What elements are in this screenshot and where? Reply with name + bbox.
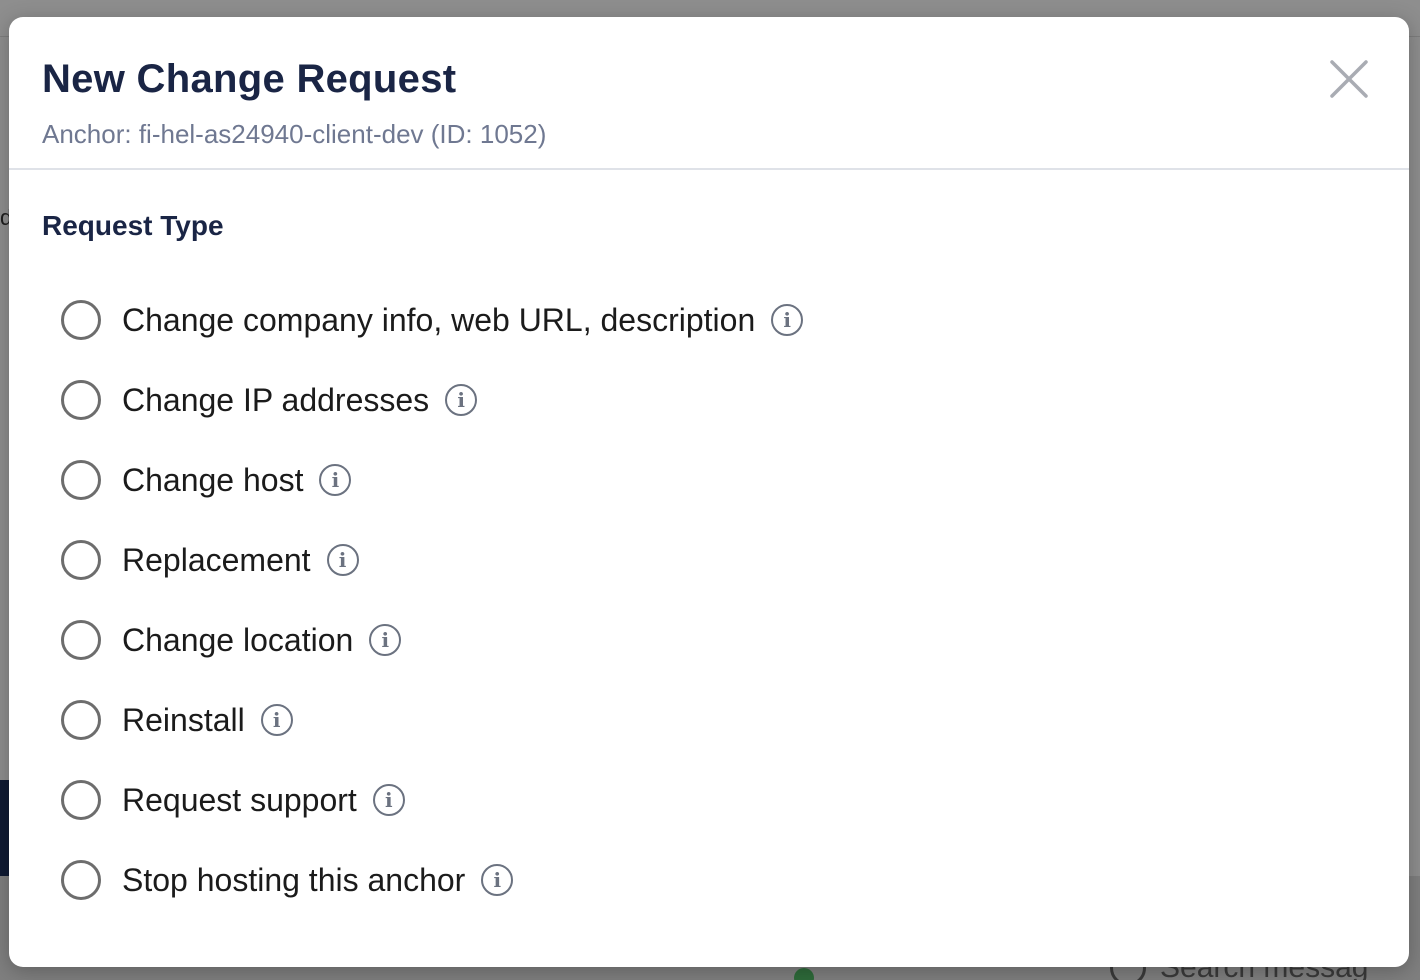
info-icon[interactable]: i <box>260 704 293 736</box>
radio-button[interactable] <box>61 460 101 500</box>
radio-button[interactable] <box>61 700 101 740</box>
option-label: Stop hosting this anchor <box>122 861 466 898</box>
info-icon[interactable]: i <box>319 464 352 496</box>
option-label: Replacement <box>122 541 311 578</box>
radio-button[interactable] <box>61 380 101 420</box>
radio-button[interactable] <box>61 540 101 580</box>
option-change-company-info[interactable]: Change company info, web URL, descriptio… <box>61 280 804 360</box>
modal-subtitle: Anchor: fi-hel-as24940-client-dev (ID: 1… <box>42 119 547 149</box>
radio-button[interactable] <box>61 780 101 820</box>
radio-button[interactable] <box>61 300 101 340</box>
radio-button[interactable] <box>61 620 101 660</box>
change-request-modal: New Change Request Anchor: fi-hel-as2494… <box>9 17 1409 967</box>
close-button[interactable] <box>1327 57 1371 101</box>
close-icon <box>1330 60 1368 98</box>
option-replacement[interactable]: Replacement i <box>61 520 803 600</box>
option-stop-hosting[interactable]: Stop hosting this anchor i <box>61 840 803 920</box>
option-label: Change company info, web URL, descriptio… <box>122 301 756 338</box>
option-reinstall[interactable]: Reinstall i <box>61 680 803 760</box>
info-icon[interactable]: i <box>326 544 359 576</box>
modal-title: New Change Request <box>42 57 457 101</box>
info-icon[interactable]: i <box>369 624 402 656</box>
modal-header: New Change Request Anchor: fi-hel-as2494… <box>9 17 1409 170</box>
info-icon[interactable]: i <box>771 304 804 336</box>
option-label: Request support <box>122 781 357 818</box>
info-icon[interactable]: i <box>481 864 514 896</box>
option-label: Change location <box>122 621 354 658</box>
option-request-support[interactable]: Request support i <box>61 760 803 840</box>
option-change-location[interactable]: Change location i <box>61 600 803 680</box>
radio-button[interactable] <box>61 860 101 900</box>
option-label: Change IP addresses <box>122 381 430 418</box>
option-label: Change host <box>122 461 304 498</box>
request-type-label: Request Type <box>42 210 224 241</box>
option-change-host[interactable]: Change host i <box>61 440 803 520</box>
request-type-options: Change company info, web URL, descriptio… <box>61 280 804 920</box>
info-icon[interactable]: i <box>445 384 478 416</box>
option-label: Reinstall <box>122 701 245 738</box>
option-change-ip-addresses[interactable]: Change IP addresses i <box>61 360 803 440</box>
info-icon[interactable]: i <box>372 784 405 816</box>
